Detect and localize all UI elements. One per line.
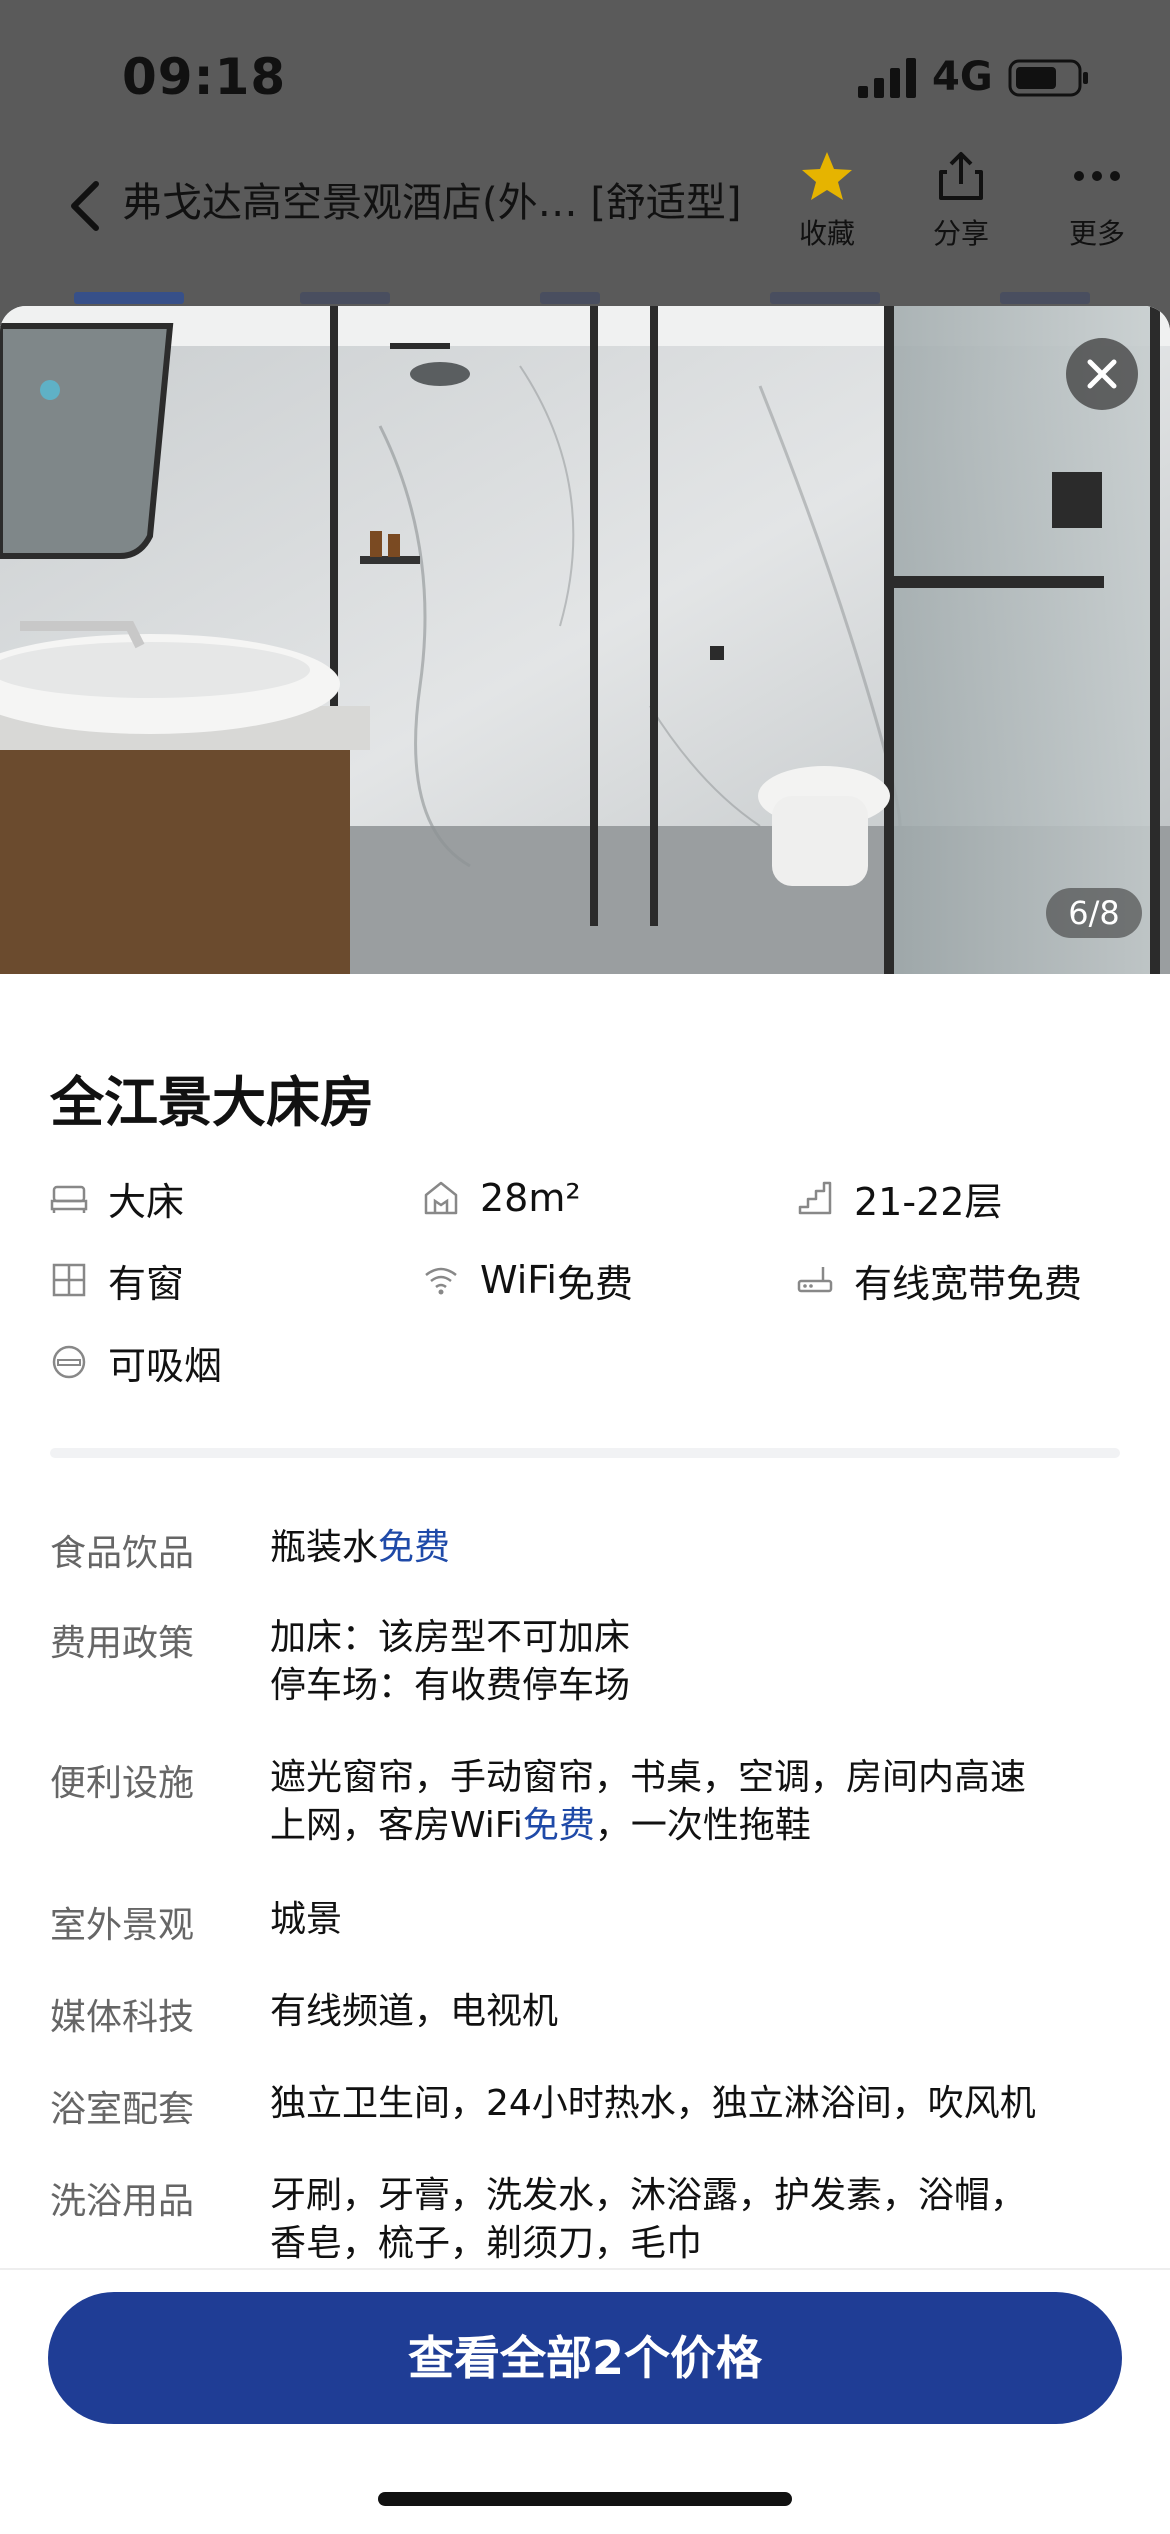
feature-wifi-text: WiFi [480,1258,557,1302]
feature-wifi: WiFi 免费 [422,1250,633,1310]
detail-line-text: 上网，客房WiFi [270,1805,523,1846]
feature-broadband-text: 有线宽带 [854,1261,1007,1306]
battery-icon [1008,59,1088,97]
detail-value-free: 免费 [522,1805,595,1846]
detail-line: 香皂，梳子，剃须刀，毛巾 [270,2223,703,2264]
detail-line: 牙刷，牙膏，洗发水，沐浴露，护发素，浴帽， [270,2175,1027,2216]
footer-bar: 查看全部2个价格 [0,2268,1170,2534]
detail-value: 有线频道，电视机 [270,1991,559,2032]
close-button[interactable] [1066,338,1138,410]
detail-key: 室外景观 [50,1905,195,1946]
close-icon [1087,359,1117,389]
feature-broadband-free: 免费 [1006,1261,1083,1306]
share-icon [939,152,983,200]
room-name: 全江景大床房 [50,1071,374,1134]
area-icon [424,1181,458,1215]
feature-bed-text: 大床 [108,1179,185,1224]
feature-smoking: 可吸烟 [50,1332,222,1392]
more-button[interactable]: 更多 [1052,150,1142,252]
view-all-prices-button[interactable]: 查看全部2个价格 [48,2292,1122,2424]
feature-area: 28m² [422,1168,581,1228]
window-icon [52,1263,86,1297]
detail-line: 遮光窗帘，手动窗帘，书桌，空调，房间内高速 [270,1757,1027,1798]
section-divider [50,1448,1120,1458]
broadband-icon [797,1267,833,1293]
more-label: 更多 [1068,217,1125,250]
detail-value: 独立卫生间，24小时热水，独立淋浴间，吹风机 [270,2083,1036,2124]
status-time: 09:18 [122,48,287,106]
favorite-button[interactable]: 收藏 [782,150,872,252]
share-label: 分享 [932,217,989,250]
feature-broadband: 有线宽带 免费 [796,1250,1082,1310]
detail-value: 城景 [270,1899,343,1940]
detail-value: 瓶装水免费 [270,1524,1150,1572]
detail-key: 便利设施 [50,1763,195,1804]
detail-line: 上网，客房WiFi免费，一次性拖鞋 [270,1802,1150,1850]
detail-value: 遮光窗帘，手动窗帘，书桌，空调，房间内高速 上网，客房WiFi免费，一次性拖鞋 [270,1754,1150,1850]
photo-counter: 6/8 [1046,888,1142,938]
detail-line: 加床：该房型不可加床 [270,1617,631,1658]
feature-bed: 大床 [50,1168,184,1228]
home-indicator[interactable] [378,2492,792,2506]
detail-value: 加床：该房型不可加床 停车场：有收费停车场 [270,1614,1150,1710]
status-bar: 09:18 4G [0,0,1170,150]
feature-wifi-free: 免费 [556,1261,633,1306]
nav-bar: 弗戈达高空景观酒店(外… [舒适型] 收藏 分享 更多 [0,150,1170,290]
detail-key: 食品饮品 [50,1533,195,1574]
wifi-icon [425,1267,457,1295]
signal-icon [858,58,916,98]
feature-floor: 21-22层 [796,1168,1002,1228]
room-photo[interactable] [0,306,1170,974]
detail-key: 媒体科技 [50,1997,195,2038]
feature-area-text: 28m² [480,1176,581,1220]
detail-line-text: ，一次性拖鞋 [594,1805,811,1846]
detail-value: 牙刷，牙膏，洗发水，沐浴露，护发素，浴帽， 香皂，梳子，剃须刀，毛巾 [270,2172,1150,2268]
room-detail-sheet: 6/8 全江景大床房 大床 28m² 21-22层 有窗 WiFi 免费 有线宽带… [0,306,1170,2532]
feature-floor-text: 21-22层 [854,1179,1003,1224]
smoking-icon [52,1345,86,1379]
detail-line: 停车场：有收费停车场 [270,1665,631,1706]
detail-key: 浴室配套 [50,2089,195,2130]
detail-value-text: 瓶装水 [270,1527,379,1568]
back-arrow-icon[interactable] [64,176,108,236]
more-icon [1074,171,1120,181]
detail-key: 费用政策 [50,1623,195,1664]
floor-icon [798,1181,832,1215]
feature-smoking-text: 可吸烟 [108,1343,223,1388]
hotel-title: 弗戈达高空景观酒店(外… [舒适型] [122,180,742,226]
feature-window-text: 有窗 [108,1261,185,1306]
feature-window: 有窗 [50,1250,184,1310]
share-button[interactable]: 分享 [916,150,1006,252]
favorite-label: 收藏 [798,217,855,250]
detail-key: 洗浴用品 [50,2181,195,2222]
bed-icon [50,1185,88,1213]
star-icon [802,152,852,200]
detail-value-free: 免费 [378,1527,451,1568]
network-label: 4G [932,54,993,100]
